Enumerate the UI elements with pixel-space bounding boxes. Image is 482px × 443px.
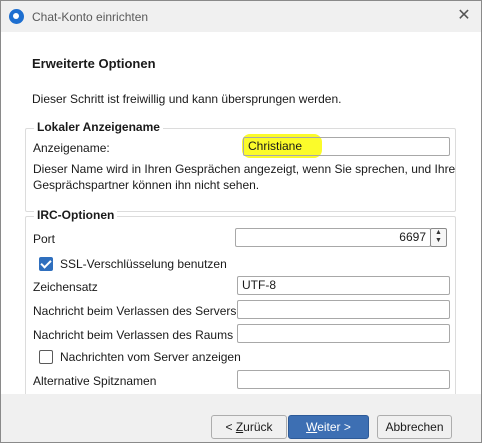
button-bar: < Zurück Weiter > Abbrechen xyxy=(1,394,481,442)
port-label: Port xyxy=(33,232,56,246)
alternative-nicks-label: Alternative Spitznamen xyxy=(33,374,157,388)
display-name-help-line2: Gesprächspartner können ihn nicht sehen. xyxy=(33,178,260,192)
charset-label: Zeichensatz xyxy=(33,280,98,294)
show-server-messages-checkbox[interactable] xyxy=(39,350,53,364)
next-button[interactable]: Weiter > xyxy=(288,415,369,439)
ssl-checkbox[interactable] xyxy=(39,257,53,271)
port-input[interactable]: 6697 xyxy=(235,228,431,247)
quit-message-label: Nachricht beim Verlassen des Servers xyxy=(33,304,237,318)
window-title: Chat-Konto einrichten xyxy=(32,10,149,24)
dialog-window: Chat-Konto einrichten ✕ Erweiterte Optio… xyxy=(0,0,482,443)
next-rest: eiter > xyxy=(317,420,351,434)
back-rest: urück xyxy=(243,420,273,434)
show-server-messages-label: Nachrichten vom Server anzeigen xyxy=(60,350,241,364)
next-mnemonic: W xyxy=(306,420,318,434)
page-description: Dieser Schritt ist freiwillig und kann ü… xyxy=(32,92,342,106)
part-message-input[interactable] xyxy=(237,324,450,343)
display-name-label: Anzeigename: xyxy=(33,141,110,155)
wizard-page: Erweiterte Optionen Dieser Schritt ist f… xyxy=(1,32,481,396)
cancel-button[interactable]: Abbrechen xyxy=(377,415,452,439)
group-title-local: Lokaler Anzeigename xyxy=(34,120,163,134)
part-message-label: Nachricht beim Verlassen des Raums xyxy=(33,328,234,342)
page-title: Erweiterte Optionen xyxy=(32,56,156,71)
title-bar: Chat-Konto einrichten ✕ xyxy=(1,1,481,32)
local-display-name-group: Lokaler Anzeigename Anzeigename: Christi… xyxy=(25,120,456,212)
spinner-arrows-icon[interactable]: ▲ ▼ xyxy=(430,228,447,247)
display-name-input[interactable]: Christiane xyxy=(243,137,450,156)
quit-message-input[interactable] xyxy=(237,300,450,319)
back-button[interactable]: < Zurück xyxy=(211,415,287,439)
alternative-nicks-input[interactable] xyxy=(237,370,450,389)
charset-input[interactable]: UTF-8 xyxy=(237,276,450,295)
display-name-help-line1: Dieser Name wird in Ihren Gesprächen ang… xyxy=(33,162,456,176)
ssl-label: SSL-Verschlüsselung benutzen xyxy=(60,257,227,271)
irc-options-group: IRC-Optionen Port 6697 ▲ ▼ SSL-Verschlüss… xyxy=(25,208,456,396)
chat-app-icon xyxy=(9,9,24,24)
back-prefix: < xyxy=(225,420,236,434)
group-title-irc: IRC-Optionen xyxy=(34,208,118,222)
close-icon[interactable]: ✕ xyxy=(451,4,477,28)
